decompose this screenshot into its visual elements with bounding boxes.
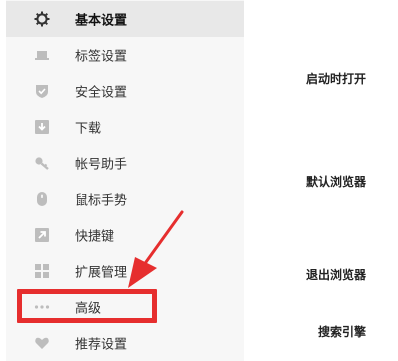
section-title-startup: 启动时打开 [306,72,367,86]
sidebar-item-label: 下载 [75,121,102,137]
mouse-icon [34,191,50,207]
settings-page: 基本设置 标签设置 安全设置 下载 帐号助手 鼠标手势 快捷键 扩展管理 高级 … [0,0,398,361]
sidebar-item-security-settings[interactable]: 安全设置 [6,73,244,109]
heart-icon [34,335,50,351]
shield-check-icon [34,83,50,99]
sidebar-item-basic-settings[interactable]: 基本设置 [6,1,244,37]
sidebar-item-mouse-gestures[interactable]: 鼠标手势 [6,181,244,217]
sidebar-item-label: 扩展管理 [75,265,128,281]
section-title-exit-browser: 退出浏览器 [306,268,367,282]
key-icon [34,155,50,171]
sidebar-item-download[interactable]: 下载 [6,109,244,145]
sidebar-item-recommended-settings[interactable]: 推荐设置 [6,325,244,361]
sidebar-item-label: 标签设置 [75,49,128,65]
sidebar-item-account-assistant[interactable]: 帐号助手 [6,145,244,181]
sidebar-item-tab-settings[interactable]: 标签设置 [6,37,244,73]
section-title-default-browser: 默认浏览器 [306,175,367,189]
gear-icon [34,11,50,27]
advanced-highlight-box [17,289,157,323]
section-title-search-engine: 搜索引擎 [318,325,367,339]
shortcut-arrow-icon [34,227,50,243]
laptop-icon [34,47,50,63]
sidebar-item-label: 鼠标手势 [75,193,128,209]
sidebar-item-label: 帐号助手 [75,157,128,173]
sidebar-item-label: 基本设置 [75,13,128,29]
extensions-grid-icon [34,263,50,279]
sidebar-item-label: 快捷键 [75,229,115,245]
sidebar-item-extensions[interactable]: 扩展管理 [6,253,244,289]
sidebar-item-label: 安全设置 [75,85,128,101]
sidebar-item-label: 推荐设置 [75,337,128,353]
download-icon [34,119,50,135]
sidebar-item-shortcuts[interactable]: 快捷键 [6,217,244,253]
